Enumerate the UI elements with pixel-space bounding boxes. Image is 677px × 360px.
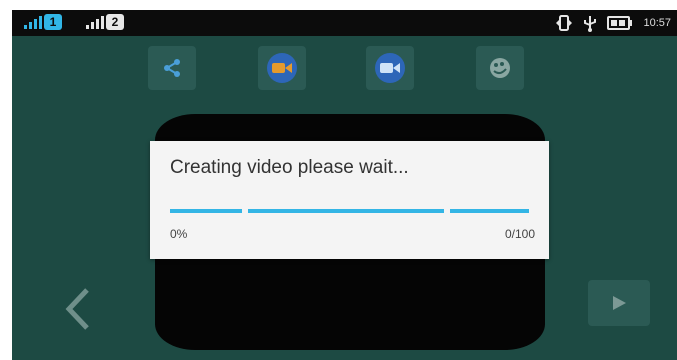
video-orange-button[interactable] xyxy=(258,46,306,90)
share-button[interactable] xyxy=(148,46,196,90)
video-camera-icon xyxy=(375,53,405,83)
chevron-left-icon xyxy=(65,288,89,330)
app-screen: 1 2 10:57 Creating video please wait... … xyxy=(12,10,677,360)
progress-count: 0/100 xyxy=(504,227,535,241)
status-icons: 10:57 xyxy=(555,10,671,36)
sim2-badge: 2 xyxy=(106,14,124,30)
status-bar: 1 2 10:57 xyxy=(12,10,677,36)
progress-segment xyxy=(450,209,529,213)
clock: 10:57 xyxy=(643,17,671,29)
signal-icon xyxy=(24,16,42,29)
previous-button[interactable] xyxy=(56,278,100,340)
share-icon xyxy=(164,59,180,77)
usb-icon xyxy=(584,16,597,32)
dialog-message: Creating video please wait... xyxy=(170,157,409,178)
signal-icon xyxy=(86,16,104,29)
progress-segment xyxy=(170,209,242,213)
video-camera-icon xyxy=(267,53,297,83)
sim1-badge: 1 xyxy=(44,14,62,30)
settings-button[interactable] xyxy=(476,46,524,90)
video-blue-button[interactable] xyxy=(366,46,414,90)
play-button[interactable] xyxy=(588,280,650,326)
progress-percent: 0% xyxy=(170,227,188,241)
rotate-icon xyxy=(556,15,573,31)
progress-dialog: Creating video please wait... 0% 0/100 xyxy=(150,141,549,259)
play-icon xyxy=(613,296,626,310)
progress-segment xyxy=(248,209,444,213)
palette-icon xyxy=(490,58,510,78)
battery-icon xyxy=(607,16,633,30)
